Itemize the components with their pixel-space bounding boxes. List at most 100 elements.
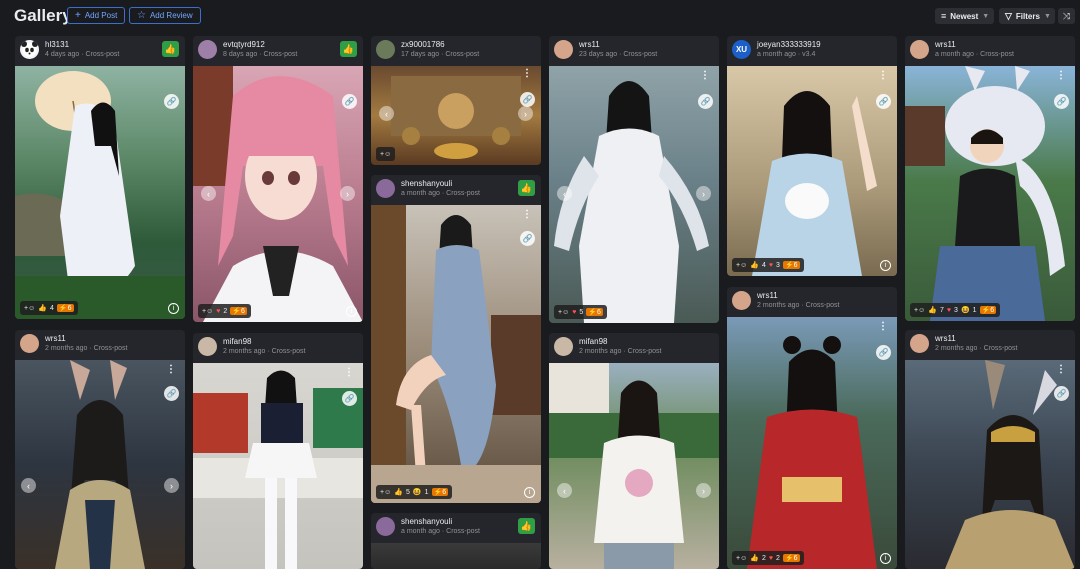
prev-image-button[interactable]: ‹ — [201, 186, 216, 201]
portrait-avatar[interactable] — [732, 291, 751, 310]
post-image[interactable]: ‹ › 🔗 +☺ ♥ 2 ⚡6 i — [193, 66, 363, 322]
gallery-card[interactable]: wrs11 2 months ago · Cross-post 🔗 ⋮ ‹ › — [15, 330, 185, 569]
more-options-icon[interactable]: ⋮ — [878, 70, 888, 81]
shuffle-button[interactable]: ⤨ — [1058, 8, 1075, 24]
info-icon[interactable]: i — [524, 487, 535, 498]
prev-image-button[interactable]: ‹ — [21, 478, 36, 493]
gallery-card[interactable]: shenshanyouli a month ago · Cross-post 👍 — [371, 513, 541, 569]
username[interactable]: wrs11 — [935, 40, 956, 49]
next-image-button[interactable]: › — [340, 186, 355, 201]
post-image[interactable] — [371, 543, 541, 569]
next-image-button[interactable]: › — [518, 106, 533, 121]
portrait-avatar[interactable] — [376, 179, 395, 198]
more-options-icon[interactable]: ⋮ — [522, 209, 532, 220]
prev-image-button[interactable]: ‹ — [379, 106, 394, 121]
link-button[interactable]: 🔗 — [1054, 386, 1069, 401]
post-image[interactable]: 🔗 ⋮ +☺ 👍 4 ♥ 3 ⚡6 i — [727, 66, 897, 276]
gallery-card[interactable]: hl3131 4 days ago · Cross-post 👍 🔗 +☺ 👍 4… — [15, 36, 185, 319]
username[interactable]: wrs11 — [757, 291, 778, 300]
info-icon[interactable]: i — [880, 553, 891, 564]
gallery-card[interactable]: wrs11 2 months ago · Cross-post 🔗 ⋮ — [905, 330, 1075, 569]
add-post-button[interactable]: + Add Post — [67, 7, 126, 24]
initials-avatar[interactable]: XU — [732, 40, 751, 59]
link-button[interactable]: 🔗 — [520, 92, 535, 107]
username[interactable]: zx90001786 — [401, 40, 445, 49]
portrait-avatar[interactable] — [554, 40, 573, 59]
filters-button[interactable]: ▽ Filters ▼ — [999, 8, 1055, 24]
gallery-card[interactable]: evtqtyrd912 8 days ago · Cross-post 👍 ‹ … — [193, 36, 363, 322]
portrait-avatar[interactable] — [376, 40, 395, 59]
gallery-card[interactable]: wrs11 23 days ago · Cross-post ‹ › 🔗 ⋮ +… — [549, 36, 719, 323]
username[interactable]: wrs11 — [45, 334, 66, 343]
link-button[interactable]: 🔗 — [342, 94, 357, 109]
more-options-icon[interactable]: ⋮ — [700, 70, 710, 81]
panda-avatar[interactable] — [20, 40, 39, 59]
next-image-button[interactable]: › — [164, 478, 179, 493]
thumbs-up-button[interactable]: 👍 — [518, 180, 535, 196]
portrait-avatar[interactable] — [198, 337, 217, 356]
post-image[interactable]: ‹ › — [549, 363, 719, 569]
gallery-card[interactable]: mifan98 2 months ago · Cross-post 🔗 ⋮ — [193, 333, 363, 569]
gallery-card[interactable]: wrs11 a month ago · Cross-post 🔗 ⋮ +☺ 👍 7… — [905, 36, 1075, 321]
reaction-bar[interactable]: +☺ ♥ 2 ⚡6 — [198, 304, 251, 318]
post-image[interactable]: 🔗 ⋮ +☺ 👍 5 😆 1 ⚡6 i — [371, 205, 541, 503]
reaction-bar[interactable]: +☺ ♥ 5 ⚡6 — [554, 305, 607, 319]
gallery-card[interactable]: shenshanyouli a month ago · Cross-post 👍… — [371, 175, 541, 503]
more-options-icon[interactable]: ⋮ — [522, 68, 532, 79]
portrait-avatar[interactable] — [20, 334, 39, 353]
username[interactable]: shenshanyouli — [401, 179, 452, 188]
reaction-bar[interactable]: +☺ 👍 4 ♥ 3 ⚡6 — [732, 258, 804, 272]
portrait-avatar[interactable] — [910, 40, 929, 59]
more-options-icon[interactable]: ⋮ — [344, 367, 354, 378]
post-image[interactable]: 🔗 +☺ 👍 4 ⚡6 i — [15, 66, 185, 319]
more-options-icon[interactable]: ⋮ — [1056, 70, 1066, 81]
post-image[interactable]: 🔗 ⋮ — [905, 360, 1075, 569]
more-options-icon[interactable]: ⋮ — [878, 321, 888, 332]
post-image[interactable]: ‹ › 🔗 ⋮ +☺ ♥ 5 ⚡6 — [549, 66, 719, 323]
gallery-card[interactable]: mifan98 2 months ago · Cross-post ‹ › — [549, 333, 719, 569]
post-image[interactable]: 🔗 ⋮ +☺ 👍 2 ♥ 2 ⚡6 i — [727, 317, 897, 569]
link-button[interactable]: 🔗 — [876, 345, 891, 360]
reaction-bar[interactable]: +☺ 👍 7 ♥ 3 😆 1 ⚡6 — [910, 303, 1001, 317]
more-options-icon[interactable]: ⋮ — [166, 364, 176, 375]
gallery-card[interactable]: zx90001786 17 days ago · Cross-post ‹ › … — [371, 36, 541, 165]
username[interactable]: wrs11 — [935, 334, 956, 343]
reaction-bar[interactable]: +☺ 👍 2 ♥ 2 ⚡6 — [732, 551, 804, 565]
username[interactable]: shenshanyouli — [401, 517, 452, 526]
portrait-avatar[interactable] — [376, 517, 395, 536]
thumbs-up-button[interactable]: 👍 — [340, 41, 357, 57]
username[interactable]: joeyan333333919 — [757, 40, 821, 49]
reaction-bar[interactable]: +☺ 👍 4 ⚡6 — [20, 301, 78, 315]
add-review-button[interactable]: ☆ Add Review — [129, 7, 201, 24]
gallery-card[interactable]: wrs11 2 months ago · Cross-post 🔗 ⋮ +☺ 👍… — [727, 287, 897, 569]
link-button[interactable]: 🔗 — [342, 391, 357, 406]
link-button[interactable]: 🔗 — [1054, 94, 1069, 109]
reaction-bar[interactable]: +☺ — [376, 147, 396, 161]
post-image[interactable]: 🔗 ⋮ +☺ 👍 7 ♥ 3 😆 1 ⚡6 — [905, 66, 1075, 321]
link-button[interactable]: 🔗 — [876, 94, 891, 109]
username[interactable]: mifan98 — [579, 337, 607, 346]
username[interactable]: mifan98 — [223, 337, 251, 346]
link-button[interactable]: 🔗 — [164, 386, 179, 401]
username[interactable]: hl3131 — [45, 40, 69, 49]
post-image[interactable]: ‹ › 🔗 ⋮ +☺ — [371, 66, 541, 165]
portrait-avatar[interactable] — [554, 337, 573, 356]
reaction-bar[interactable]: +☺ 👍 5 😆 1 ⚡6 — [376, 485, 453, 499]
prev-image-button[interactable]: ‹ — [557, 186, 572, 201]
info-icon[interactable]: i — [346, 306, 357, 317]
info-icon[interactable]: i — [880, 260, 891, 271]
username[interactable]: wrs11 — [579, 40, 600, 49]
username[interactable]: evtqtyrd912 — [223, 40, 265, 49]
post-image[interactable]: 🔗 ⋮ ‹ › — [15, 360, 185, 569]
link-button[interactable]: 🔗 — [520, 231, 535, 246]
sort-select[interactable]: ≡ Newest ▼ — [935, 8, 994, 24]
info-icon[interactable]: i — [168, 303, 179, 314]
next-image-button[interactable]: › — [696, 186, 711, 201]
next-image-button[interactable]: › — [696, 483, 711, 498]
link-button[interactable]: 🔗 — [164, 94, 179, 109]
thumbs-up-button[interactable]: 👍 — [162, 41, 179, 57]
more-options-icon[interactable]: ⋮ — [1056, 364, 1066, 375]
gallery-card[interactable]: XU joeyan333333919 a month ago · v3.4 🔗 … — [727, 36, 897, 276]
post-image[interactable]: 🔗 ⋮ — [193, 363, 363, 569]
portrait-avatar[interactable] — [910, 334, 929, 353]
